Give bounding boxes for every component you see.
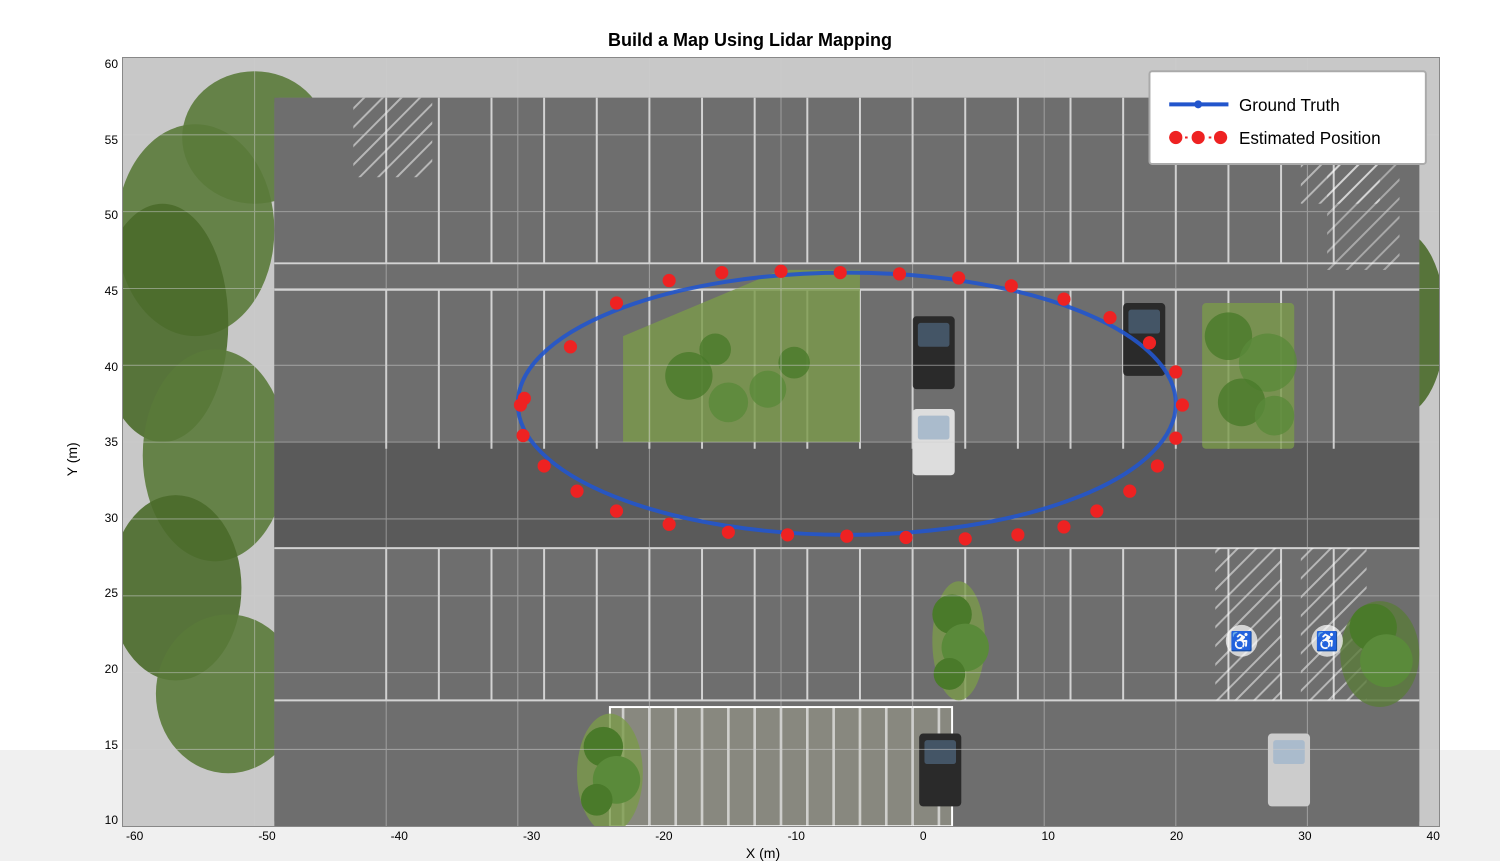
- x-tick: 10: [1042, 829, 1055, 843]
- chart-container: Build a Map Using Lidar Mapping Y (m) 60…: [0, 0, 1500, 750]
- svg-text:Estimated Position: Estimated Position: [1239, 128, 1381, 148]
- svg-text:Ground Truth: Ground Truth: [1239, 95, 1340, 115]
- y-tick: 60: [105, 57, 118, 71]
- y-ticks: 6055504540353025201510: [86, 57, 122, 827]
- y-tick: 20: [105, 662, 118, 676]
- x-tick: -60: [126, 829, 143, 843]
- x-tick: -30: [523, 829, 540, 843]
- x-tick: -20: [655, 829, 672, 843]
- y-tick: 25: [105, 586, 118, 600]
- x-tick: -40: [391, 829, 408, 843]
- x-tick: 40: [1427, 829, 1440, 843]
- y-tick: 40: [105, 360, 118, 374]
- chart-inner: Y (m) 6055504540353025201510: [60, 57, 1440, 861]
- chart-wrap: Build a Map Using Lidar Mapping Y (m) 60…: [60, 30, 1440, 720]
- chart-body: 6055504540353025201510: [86, 57, 1440, 861]
- svg-text:♿: ♿: [1230, 630, 1253, 652]
- x-tick: 20: [1170, 829, 1183, 843]
- y-tick: 50: [105, 208, 118, 222]
- svg-text:♿: ♿: [1316, 630, 1339, 652]
- plot-area: ♿ ♿: [122, 57, 1440, 827]
- y-tick: 55: [105, 133, 118, 147]
- y-tick: 30: [105, 511, 118, 525]
- y-axis-label: Y (m): [60, 57, 84, 861]
- plot-area-wrap: 6055504540353025201510: [86, 57, 1440, 827]
- y-tick: 10: [105, 813, 118, 827]
- x-tick: 0: [920, 829, 927, 843]
- y-tick: 45: [105, 284, 118, 298]
- x-axis-label: X (m): [86, 845, 1440, 861]
- x-ticks-row: -60 -50 -40 -30 -20 -10 0 10 20 30 40: [86, 829, 1440, 843]
- x-tick: -10: [788, 829, 805, 843]
- chart-title: Build a Map Using Lidar Mapping: [60, 30, 1440, 51]
- y-tick: 35: [105, 435, 118, 449]
- x-tick: -50: [258, 829, 275, 843]
- x-tick: 30: [1298, 829, 1311, 843]
